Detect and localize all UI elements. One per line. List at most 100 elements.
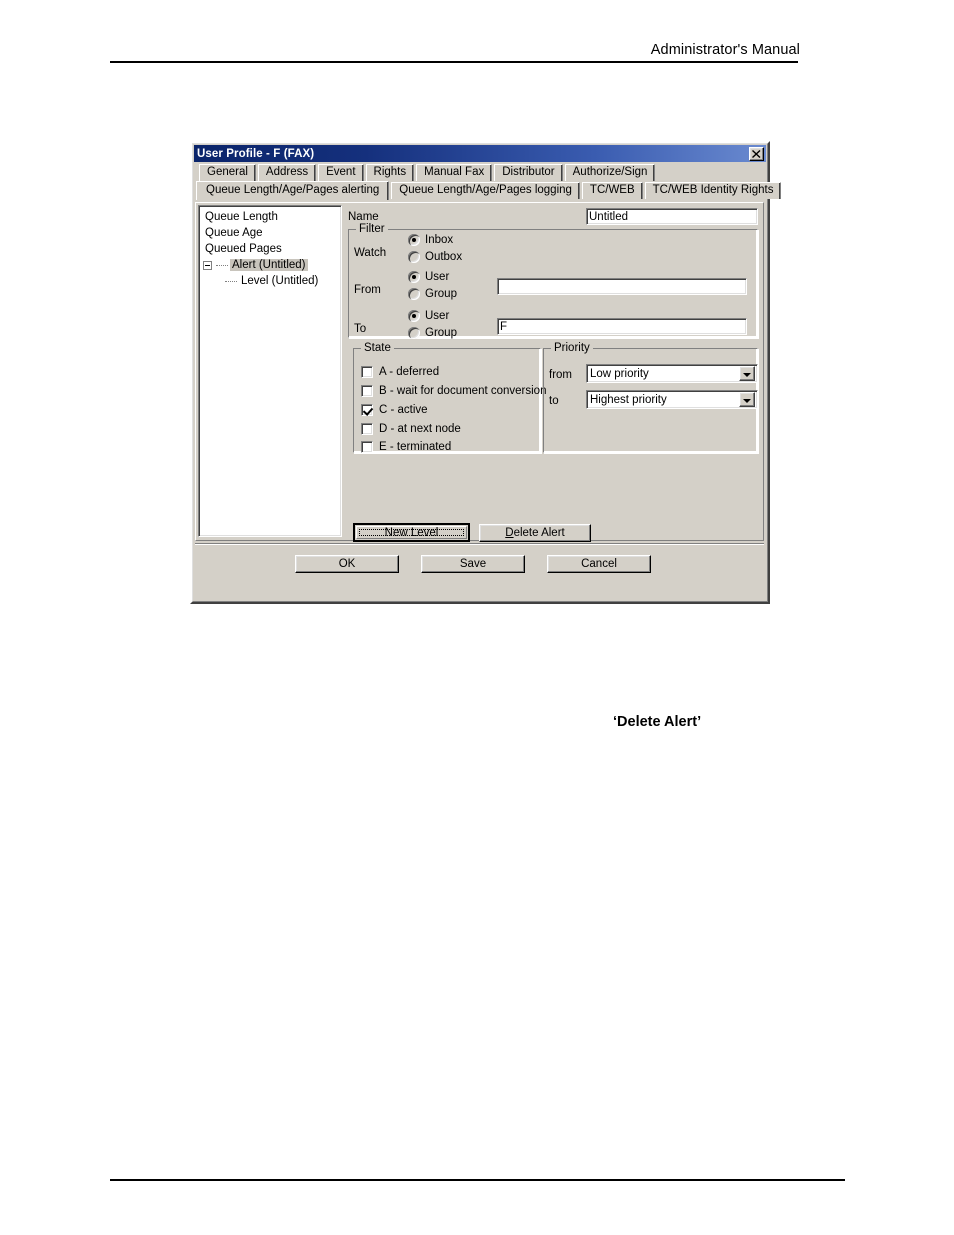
close-glyph bbox=[752, 149, 761, 158]
tree-item-label: Alert (Untitled) bbox=[230, 259, 308, 271]
checkbox-label: C - active bbox=[379, 404, 428, 416]
checkbox-label: D - at next node bbox=[379, 423, 461, 435]
tab-label: TC/WEB Identity Rights bbox=[652, 184, 774, 197]
checkbox-state-b-wait-conversion[interactable]: B - wait for document conversion bbox=[361, 385, 546, 397]
cancel-button[interactable]: Cancel bbox=[547, 555, 651, 573]
priority-from-label: from bbox=[549, 369, 572, 381]
tab-manual-fax[interactable]: Manual Fax bbox=[416, 164, 493, 181]
button-bar-separator bbox=[195, 544, 764, 547]
cancel-label: Cancel bbox=[581, 558, 617, 570]
checkbox-state-e-terminated[interactable]: E - terminated bbox=[361, 441, 451, 453]
tab-label: Authorize/Sign bbox=[572, 166, 648, 179]
tree-item-alert-untitled[interactable]: Alert (Untitled) bbox=[201, 257, 339, 273]
tab-row-upper: General Address Event Rights Manual Fax … bbox=[199, 164, 657, 181]
tree-item-queue-length[interactable]: Queue Length bbox=[201, 209, 339, 225]
priority-to-select[interactable]: Highest priority bbox=[586, 390, 758, 409]
radio-mark-icon bbox=[408, 271, 420, 283]
radio-label: Group bbox=[425, 327, 457, 339]
radio-to-group[interactable]: Group bbox=[408, 327, 457, 339]
tab-event[interactable]: Event bbox=[318, 164, 364, 181]
tab-label: Queue Length/Age/Pages alerting bbox=[206, 184, 380, 197]
radio-mark-icon bbox=[408, 251, 420, 263]
delete-alert-button[interactable]: Delete Alert bbox=[479, 524, 591, 542]
radio-label: Outbox bbox=[425, 251, 463, 263]
close-icon[interactable] bbox=[749, 146, 764, 161]
save-button[interactable]: Save bbox=[421, 555, 525, 573]
tab-label: General bbox=[207, 166, 248, 179]
tab-queue-alerting[interactable]: Queue Length/Age/Pages alerting bbox=[196, 181, 390, 200]
alert-tree[interactable]: Queue Length Queue Age Queued Pages Aler… bbox=[198, 205, 342, 537]
name-input[interactable]: Untitled bbox=[586, 208, 758, 225]
chevron-down-icon[interactable] bbox=[739, 392, 755, 407]
page-header-rule bbox=[110, 61, 798, 63]
body-note-delete-alert: ‘Delete Alert’ bbox=[613, 714, 702, 730]
state-groupbox: State bbox=[353, 342, 541, 453]
checkbox-state-c-active[interactable]: C - active bbox=[361, 404, 428, 416]
tab-label: Event bbox=[326, 166, 356, 179]
tree-connector-line bbox=[225, 280, 237, 282]
alert-detail-pane: Name Untitled Filter Watch Inbox Outbox … bbox=[346, 205, 761, 542]
tab-queue-logging[interactable]: Queue Length/Age/Pages logging bbox=[391, 182, 580, 199]
page-header-title: Administrator's Manual bbox=[650, 42, 800, 58]
priority-from-value: Low priority bbox=[590, 367, 649, 380]
tab-label: TC/WEB bbox=[589, 184, 635, 197]
tab-label: Manual Fax bbox=[424, 166, 485, 179]
dialog-button-bar: OK Save Cancel bbox=[195, 543, 764, 580]
priority-group-title: Priority bbox=[551, 342, 593, 354]
delete-alert-rest: elete Alert bbox=[513, 527, 565, 539]
user-profile-dialog: User Profile - F (FAX) General Address E… bbox=[190, 141, 782, 604]
checkbox-label: E - terminated bbox=[379, 441, 452, 453]
checkbox-mark-icon bbox=[361, 404, 373, 416]
tab-authorize-sign[interactable]: Authorize/Sign bbox=[564, 164, 656, 181]
tab-tc-web-identity-rights[interactable]: TC/WEB Identity Rights bbox=[644, 182, 782, 199]
collapse-expander-icon[interactable] bbox=[203, 260, 212, 270]
tab-label: Distributor bbox=[502, 166, 555, 179]
tree-item-queued-pages[interactable]: Queued Pages bbox=[201, 241, 339, 257]
radio-to-user[interactable]: User bbox=[408, 310, 449, 322]
radio-watch-outbox[interactable]: Outbox bbox=[408, 251, 462, 263]
save-label: Save bbox=[459, 558, 487, 570]
tab-rights[interactable]: Rights bbox=[365, 164, 415, 181]
tab-label: Address bbox=[265, 166, 309, 179]
name-label: Name bbox=[348, 211, 379, 223]
tab-distributor[interactable]: Distributor bbox=[494, 164, 563, 181]
priority-to-label: to bbox=[549, 395, 559, 407]
tab-tc-web[interactable]: TC/WEB bbox=[581, 182, 643, 199]
tree-item-label: Queue Length bbox=[205, 211, 278, 223]
from-input[interactable] bbox=[497, 278, 747, 295]
tab-label: Rights bbox=[373, 166, 407, 179]
delete-alert-accel: D bbox=[505, 527, 514, 539]
tab-general[interactable]: General bbox=[199, 164, 256, 181]
tab-strip: General Address Event Rights Manual Fax … bbox=[195, 164, 782, 204]
dialog-titlebar: User Profile - F (FAX) bbox=[194, 145, 766, 162]
radio-from-group[interactable]: Group bbox=[408, 288, 457, 300]
new-level-button-face: New Level bbox=[356, 526, 467, 539]
radio-watch-inbox[interactable]: Inbox bbox=[408, 234, 453, 246]
tree-item-level-untitled[interactable]: Level (Untitled) bbox=[201, 273, 339, 289]
chevron-down-icon[interactable] bbox=[739, 366, 755, 381]
radio-mark-icon bbox=[408, 310, 420, 322]
radio-label: User bbox=[425, 310, 450, 322]
new-level-button[interactable]: New Level bbox=[353, 523, 470, 542]
tab-row-lower: Queue Length/Age/Pages alerting Queue Le… bbox=[196, 181, 783, 200]
tree-connector-line bbox=[216, 264, 228, 266]
state-group-title: State bbox=[361, 342, 394, 354]
from-label: From bbox=[354, 284, 381, 296]
ok-button[interactable]: OK bbox=[295, 555, 399, 573]
tree-item-queue-age[interactable]: Queue Age bbox=[201, 225, 339, 241]
radio-from-user[interactable]: User bbox=[408, 271, 449, 283]
watch-label: Watch bbox=[354, 247, 387, 259]
radio-mark-icon bbox=[408, 234, 420, 246]
checkbox-state-a-deferred[interactable]: A - deferred bbox=[361, 366, 439, 378]
radio-mark-icon bbox=[408, 327, 420, 339]
delete-alert-label: Delete Alert bbox=[505, 527, 564, 539]
checkbox-label: B - wait for document conversion bbox=[379, 385, 547, 397]
priority-from-select[interactable]: Low priority bbox=[586, 364, 758, 383]
radio-label: Inbox bbox=[425, 234, 454, 246]
tree-item-label: Level (Untitled) bbox=[241, 275, 319, 287]
tab-address[interactable]: Address bbox=[257, 164, 317, 181]
checkbox-state-d-next-node[interactable]: D - at next node bbox=[361, 423, 461, 435]
checkbox-mark-icon bbox=[361, 385, 373, 397]
to-input[interactable]: F bbox=[497, 318, 747, 335]
to-label: To bbox=[354, 323, 367, 335]
